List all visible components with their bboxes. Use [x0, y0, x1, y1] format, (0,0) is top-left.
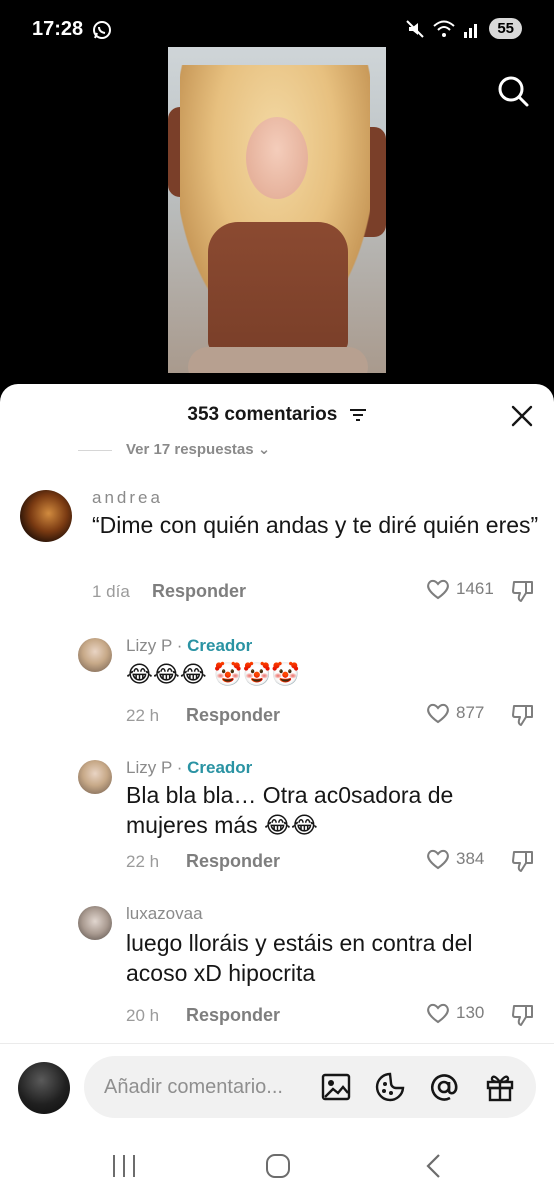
comments-count: 353 comentarios — [187, 404, 338, 425]
like-count: 130 — [456, 1003, 485, 1022]
like-count: 384 — [456, 849, 485, 868]
comment-author: Lizy P — [126, 636, 172, 655]
comment-author[interactable]: luxazovaa — [126, 904, 203, 924]
sheet-header: 353 comentarios — [0, 384, 554, 446]
mention-icon[interactable] — [428, 1071, 460, 1103]
like-count: 877 — [456, 703, 485, 722]
status-icons: 55 — [405, 18, 522, 39]
like-button[interactable]: 130 — [426, 1002, 484, 1024]
heart-icon — [427, 849, 449, 870]
dislike-icon[interactable] — [510, 848, 536, 874]
author-separator: · — [172, 636, 188, 655]
filter-icon[interactable] — [349, 408, 367, 422]
current-user-avatar[interactable] — [18, 1062, 70, 1114]
status-time: 17:28 — [32, 18, 84, 40]
avatar[interactable] — [78, 638, 112, 672]
recents-icon[interactable] — [110, 1152, 138, 1180]
video-figure-pants — [188, 347, 368, 373]
avatar[interactable] — [78, 760, 112, 794]
comment-text: “Dime con quién andas y te diré quién er… — [92, 512, 539, 538]
heart-icon — [427, 703, 449, 724]
comment-author: Lizy P — [126, 758, 172, 777]
system-nav-bar — [0, 1130, 554, 1200]
avatar[interactable] — [78, 906, 112, 940]
dislike-icon[interactable] — [510, 578, 536, 604]
creator-badge: Creador — [187, 636, 253, 655]
dislike-icon[interactable] — [510, 1002, 536, 1028]
mute-icon — [406, 19, 425, 38]
comment-text: luego lloráis y estáis en contra del aco… — [126, 930, 473, 986]
comment-author[interactable]: andrea — [92, 488, 163, 508]
video-player[interactable] — [168, 47, 386, 373]
comment-time: 22 h — [126, 852, 160, 871]
creator-badge: Creador — [187, 758, 253, 777]
like-button[interactable]: 1461 — [426, 578, 494, 600]
comment-text: Bla bla bla… Otra ac0sadora de mujeres m… — [126, 782, 454, 838]
comment-time: 22 h — [126, 706, 160, 725]
comments-title: 353 comentarios — [0, 404, 554, 426]
video-figure-face — [246, 117, 308, 199]
like-button[interactable]: 384 — [426, 848, 484, 870]
avatar[interactable] — [20, 490, 72, 542]
reply-button[interactable]: Responder — [186, 851, 280, 872]
composer-divider — [0, 1043, 554, 1044]
author-separator: · — [172, 758, 188, 777]
heart-icon — [427, 579, 449, 600]
comment-time: 1 día — [92, 582, 130, 601]
back-icon[interactable] — [420, 1152, 448, 1180]
wifi-icon — [433, 20, 455, 37]
sticker-icon[interactable] — [374, 1071, 406, 1103]
view-replies-label: Ver 17 respuestas ⌄ — [126, 441, 271, 458]
dislike-icon[interactable] — [510, 702, 536, 728]
replies-divider — [78, 450, 112, 451]
comment-author-line[interactable]: Lizy P · Creador — [126, 636, 252, 656]
reply-button[interactable]: Responder — [152, 581, 246, 602]
battery-indicator: 55 — [489, 18, 522, 39]
whatsapp-icon — [93, 21, 111, 39]
heart-icon — [427, 1003, 449, 1024]
comment-input[interactable] — [104, 1072, 309, 1102]
video-figure-top — [208, 222, 348, 352]
comment-text: 😂😂😂 🤡🤡🤡 — [126, 662, 300, 688]
signal-icon — [464, 23, 478, 38]
like-button[interactable]: 877 — [426, 702, 484, 724]
close-icon[interactable] — [510, 404, 534, 428]
search-icon[interactable] — [496, 74, 530, 108]
image-icon[interactable] — [320, 1071, 352, 1103]
gift-icon[interactable] — [484, 1071, 516, 1103]
view-replies-link[interactable]: Ver 17 respuestas ⌄ — [78, 440, 338, 460]
reply-button[interactable]: Responder — [186, 705, 280, 726]
comment-author-line[interactable]: Lizy P · Creador — [126, 758, 252, 778]
comment-time: 20 h — [126, 1006, 160, 1025]
comment-composer — [84, 1056, 536, 1118]
home-icon[interactable] — [264, 1152, 292, 1180]
like-count: 1461 — [456, 579, 494, 598]
reply-button[interactable]: Responder — [186, 1005, 280, 1026]
